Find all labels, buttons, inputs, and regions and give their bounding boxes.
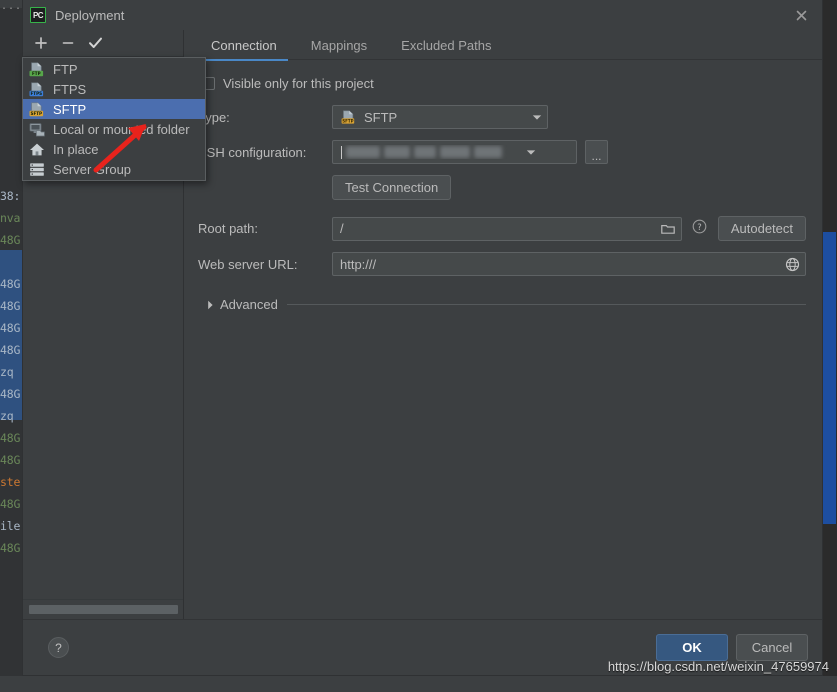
scrollbar-thumb[interactable] <box>29 605 178 614</box>
chevron-down-icon[interactable] <box>521 149 541 156</box>
help-circle-icon[interactable]: ? <box>692 219 707 239</box>
server-list-horizontal-scrollbar[interactable] <box>23 599 183 619</box>
code-fragment: zq <box>0 365 14 379</box>
dropdown-item-in-place[interactable]: In place <box>23 139 205 159</box>
type-label: Type: <box>198 109 230 125</box>
cancel-button[interactable]: Cancel <box>736 634 808 661</box>
home-icon <box>28 141 46 157</box>
sftp-icon: SFTP <box>28 101 46 117</box>
ssh-browse-button[interactable]: ... <box>585 140 608 164</box>
ok-button[interactable]: OK <box>656 634 728 661</box>
visible-only-row: Visible only for this project <box>198 76 806 91</box>
help-icon[interactable]: ? <box>48 637 69 658</box>
root-path-value: / <box>340 221 344 236</box>
dropdown-item-label: SFTP <box>53 101 87 117</box>
ssh-configuration-label: SSH configuration: <box>198 144 307 160</box>
advanced-label: Advanced <box>220 297 278 312</box>
code-fragment: 48G <box>0 299 21 313</box>
ftp-icon: FTP <box>28 61 46 77</box>
folder-icon[interactable] <box>659 223 677 235</box>
type-row: Type: SFTP SFTP <box>198 105 806 129</box>
code-fragment: 48G <box>0 321 21 335</box>
test-connection-row: Test Connection <box>198 175 806 200</box>
chevron-down-icon[interactable] <box>527 114 547 121</box>
ssh-configuration-combo[interactable] <box>332 140 577 164</box>
code-fragment: 48G <box>0 233 21 247</box>
tab-excluded-paths[interactable]: Excluded Paths <box>384 38 508 60</box>
dialog-action-buttons: OK Cancel <box>656 634 808 661</box>
tab-connection[interactable]: Connection <box>194 38 294 61</box>
code-fragment: 48G <box>0 387 21 401</box>
web-server-url-label: Web server URL: <box>198 256 298 272</box>
pycharm-icon: PC <box>30 7 46 23</box>
watermark-text: https://blog.csdn.net/weixin_47659974 <box>607 659 829 674</box>
dropdown-item-label: Server Group <box>53 161 132 177</box>
globe-icon[interactable] <box>783 257 801 272</box>
settings-tabs: Connection Mappings Excluded Paths <box>184 30 822 61</box>
root-path-input[interactable]: / <box>332 216 682 241</box>
dropdown-item-label: FTPS <box>53 81 87 97</box>
root-path-label: Root path: <box>198 221 258 236</box>
advanced-divider <box>286 304 806 305</box>
code-fragment: 48G <box>0 431 21 445</box>
checkmark-icon[interactable] <box>83 32 107 54</box>
code-fragment: nva <box>0 211 21 225</box>
server-type-dropdown-menu[interactable]: FTP FTP FTPS FTPS SFTP SFTP Local or mounted f… <box>22 57 206 181</box>
code-fragment: 48G <box>0 343 21 357</box>
ssh-configuration-row: SSH configuration: ... <box>198 140 806 164</box>
code-fragment: 48G <box>0 277 21 291</box>
connection-form: Visible only for this project Type: SFTP <box>184 60 822 619</box>
minus-icon[interactable] <box>56 32 80 54</box>
code-fragment: zq <box>0 409 14 423</box>
svg-text:SFTP: SFTP <box>342 119 353 124</box>
type-combo[interactable]: SFTP SFTP <box>332 105 548 129</box>
dropdown-item-label: Local or mounted folder <box>53 121 190 137</box>
web-server-url-value: http:/// <box>340 256 377 272</box>
dropdown-item-ftps[interactable]: FTPS FTPS <box>23 79 205 99</box>
dropdown-item-server-group[interactable]: Server Group <box>23 159 205 179</box>
visible-only-label: Visible only for this project <box>223 76 374 91</box>
dropdown-item-ftp[interactable]: FTP FTP <box>23 59 205 79</box>
svg-text:FTPS: FTPS <box>31 90 43 95</box>
chevron-right-icon[interactable] <box>204 300 216 310</box>
code-fragment: 48G <box>0 541 21 555</box>
editor-bottom-strip <box>0 676 837 692</box>
dropdown-item-sftp[interactable]: SFTP SFTP <box>23 99 205 119</box>
sftp-icon: SFTP <box>339 109 357 125</box>
ssh-configuration-value-redacted <box>341 145 521 159</box>
server-group-icon <box>28 161 46 177</box>
text-caret <box>341 146 342 159</box>
close-icon[interactable] <box>790 4 812 26</box>
dropdown-item-label: In place <box>53 141 99 157</box>
dialog-title: Deployment <box>55 7 125 23</box>
editor-vertical-scrollbar[interactable] <box>822 0 837 676</box>
dialog-titlebar: PC Deployment <box>23 0 822 30</box>
ftps-icon: FTPS <box>28 81 46 97</box>
code-fragment: ste <box>0 475 21 489</box>
autodetect-button[interactable]: Autodetect <box>717 216 806 241</box>
folder-mounted-icon <box>28 121 46 137</box>
svg-text:SFTP: SFTP <box>31 110 43 115</box>
web-server-url-row: Web server URL: http:/// <box>198 252 806 276</box>
code-fragment: ile <box>0 519 21 533</box>
scrollbar-thumb[interactable] <box>823 232 836 524</box>
code-fragment: 48G <box>0 453 21 467</box>
svg-text:?: ? <box>697 223 702 233</box>
dropdown-item-label: FTP <box>53 61 78 77</box>
test-connection-button[interactable]: Test Connection <box>332 175 452 200</box>
advanced-section-header[interactable]: Advanced <box>198 297 806 312</box>
plus-icon[interactable] <box>29 32 53 54</box>
code-fragment: 38: <box>0 189 21 203</box>
connection-settings-pane: Connection Mappings Excluded Paths Visib… <box>184 30 822 619</box>
web-server-url-input[interactable]: http:/// <box>332 252 806 276</box>
dropdown-item-local-or-mounted-folder[interactable]: Local or mounted folder <box>23 119 205 139</box>
type-value: SFTP <box>364 109 398 125</box>
root-path-row: Root path: / ? Autodetect <box>198 216 806 241</box>
server-list-toolbar <box>23 30 183 57</box>
code-fragment: 48G <box>0 497 21 511</box>
tab-mappings[interactable]: Mappings <box>294 38 384 60</box>
svg-text:FTP: FTP <box>32 70 41 75</box>
